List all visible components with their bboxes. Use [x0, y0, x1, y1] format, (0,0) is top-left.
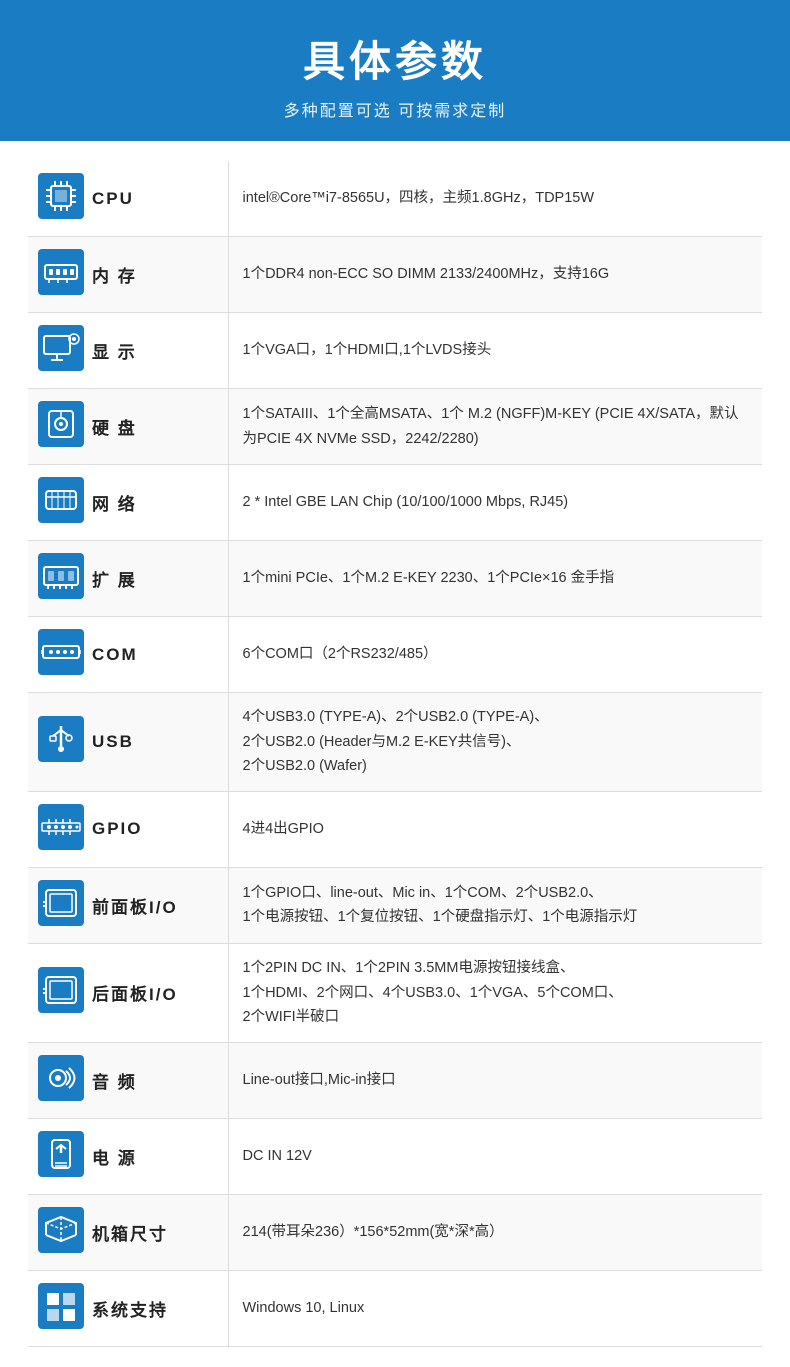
com-label: COM	[92, 645, 138, 665]
memory-icon	[38, 249, 84, 300]
label-cell-audio: 音 频	[28, 1042, 228, 1118]
table-row-rear-panel: 后面板I/O 1个2PIN DC IN、1个2PIN 3.5MM电源按钮接线盒、1…	[28, 943, 762, 1042]
label-cell-cpu: CPU	[28, 161, 228, 237]
table-row-network: 网 络 2 * Intel GBE LAN Chip (10/100/1000 M…	[28, 465, 762, 541]
front-panel-label: 前面板I/O	[92, 893, 178, 918]
cpu-label: CPU	[92, 189, 134, 209]
table-row-gpio: GPIO 4进4出GPIO	[28, 791, 762, 867]
rear-panel-label: 后面板I/O	[92, 980, 178, 1005]
table-row-os: 系统支持 Windows 10, Linux	[28, 1270, 762, 1346]
header: 具体参数 多种配置可选 可按需求定制	[0, 0, 790, 141]
specs-table: CPU intel®Core™i7-8565U，四核，主频1.8GHz，TDP15…	[28, 161, 762, 1347]
value-cell-power: DC IN 12V	[228, 1118, 762, 1194]
expansion-icon	[38, 553, 84, 604]
table-row-cpu: CPU intel®Core™i7-8565U，四核，主频1.8GHz，TDP15…	[28, 161, 762, 237]
label-cell-storage: 硬 盘	[28, 389, 228, 465]
label-cell-front-panel: 前面板I/O	[28, 867, 228, 943]
display-label: 显 示	[92, 338, 137, 363]
expansion-label: 扩 展	[92, 566, 137, 591]
table-row-chassis: 机箱尺寸 214(带耳朵236）*156*52mm(宽*深*高）	[28, 1194, 762, 1270]
value-cell-rear-panel: 1个2PIN DC IN、1个2PIN 3.5MM电源按钮接线盒、1个HDMI、…	[228, 943, 762, 1042]
value-cell-chassis: 214(带耳朵236）*156*52mm(宽*深*高）	[228, 1194, 762, 1270]
table-row-power: 电 源 DC IN 12V	[28, 1118, 762, 1194]
table-row-storage: 硬 盘 1个SATAIII、1个全高MSATA、1个 M.2 (NGFF)M-KE…	[28, 389, 762, 465]
label-cell-usb: USB	[28, 693, 228, 792]
cpu-icon	[38, 173, 84, 224]
chassis-icon	[38, 1207, 84, 1258]
table-row-front-panel: 前面板I/O 1个GPIO口、line-out、Mic in、1个COM、2个US…	[28, 867, 762, 943]
value-cell-front-panel: 1个GPIO口、line-out、Mic in、1个COM、2个USB2.0、1…	[228, 867, 762, 943]
label-cell-com: COM	[28, 617, 228, 693]
storage-label: 硬 盘	[92, 414, 137, 439]
table-row-audio: 音 频 Line-out接口,Mic-in接口	[28, 1042, 762, 1118]
table-row-display: 显 示 1个VGA口，1个HDMI口,1个LVDS接头	[28, 313, 762, 389]
value-cell-os: Windows 10, Linux	[228, 1270, 762, 1346]
chassis-label: 机箱尺寸	[92, 1220, 168, 1245]
value-cell-storage: 1个SATAIII、1个全高MSATA、1个 M.2 (NGFF)M-KEY (…	[228, 389, 762, 465]
rear-panel-icon	[38, 967, 84, 1018]
os-label: 系统支持	[92, 1296, 168, 1321]
gpio-label: GPIO	[92, 819, 143, 839]
value-cell-audio: Line-out接口,Mic-in接口	[228, 1042, 762, 1118]
label-cell-gpio: GPIO	[28, 791, 228, 867]
front-panel-icon	[38, 880, 84, 931]
value-cell-com: 6个COM口（2个RS232/485）	[228, 617, 762, 693]
label-cell-display: 显 示	[28, 313, 228, 389]
label-cell-rear-panel: 后面板I/O	[28, 943, 228, 1042]
os-icon	[38, 1283, 84, 1334]
value-cell-display: 1个VGA口，1个HDMI口,1个LVDS接头	[228, 313, 762, 389]
display-icon	[38, 325, 84, 376]
usb-icon	[38, 716, 84, 767]
page-subtitle: 多种配置可选 可按需求定制	[20, 97, 770, 121]
value-cell-expansion: 1个mini PCIe、1个M.2 E-KEY 2230、1个PCIe×16 金…	[228, 541, 762, 617]
usb-label: USB	[92, 732, 134, 752]
audio-label: 音 频	[92, 1068, 137, 1093]
network-label: 网 络	[92, 490, 137, 515]
table-row-usb: USB 4个USB3.0 (TYPE-A)、2个USB2.0 (TYPE-A)、2…	[28, 693, 762, 792]
audio-icon	[38, 1055, 84, 1106]
value-cell-memory: 1个DDR4 non-ECC SO DIMM 2133/2400MHz，支持16…	[228, 237, 762, 313]
power-icon	[38, 1131, 84, 1182]
memory-label: 内 存	[92, 262, 137, 287]
label-cell-network: 网 络	[28, 465, 228, 541]
table-row-expansion: 扩 展 1个mini PCIe、1个M.2 E-KEY 2230、1个PCIe×1…	[28, 541, 762, 617]
storage-icon	[38, 401, 84, 452]
com-icon	[38, 629, 84, 680]
label-cell-expansion: 扩 展	[28, 541, 228, 617]
value-cell-usb: 4个USB3.0 (TYPE-A)、2个USB2.0 (TYPE-A)、2个US…	[228, 693, 762, 792]
label-cell-power: 电 源	[28, 1118, 228, 1194]
table-row-memory: 内 存 1个DDR4 non-ECC SO DIMM 2133/2400MHz，支…	[28, 237, 762, 313]
label-cell-os: 系统支持	[28, 1270, 228, 1346]
value-cell-network: 2 * Intel GBE LAN Chip (10/100/1000 Mbps…	[228, 465, 762, 541]
label-cell-chassis: 机箱尺寸	[28, 1194, 228, 1270]
value-cell-gpio: 4进4出GPIO	[228, 791, 762, 867]
page-title: 具体参数	[20, 28, 770, 89]
table-row-com: COM 6个COM口（2个RS232/485）	[28, 617, 762, 693]
gpio-icon	[38, 804, 84, 855]
value-cell-cpu: intel®Core™i7-8565U，四核，主频1.8GHz，TDP15W	[228, 161, 762, 237]
label-cell-memory: 内 存	[28, 237, 228, 313]
network-icon	[38, 477, 84, 528]
power-label: 电 源	[92, 1144, 137, 1169]
specs-table-container: CPU intel®Core™i7-8565U，四核，主频1.8GHz，TDP15…	[0, 141, 790, 1367]
